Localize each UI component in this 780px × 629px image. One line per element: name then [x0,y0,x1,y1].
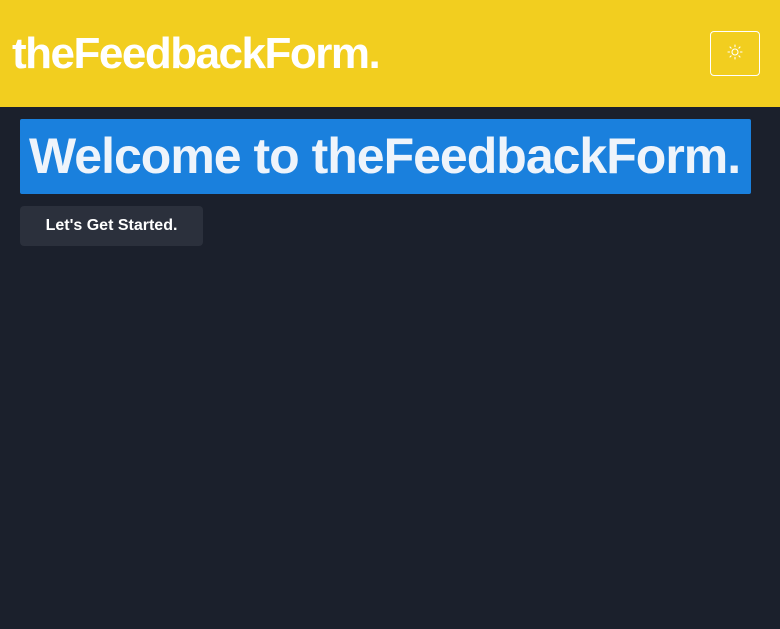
brand-logo-text[interactable]: theFeedbackForm. [12,28,381,80]
theme-toggle-button[interactable] [710,31,760,76]
app-header: theFeedbackForm. [0,0,780,107]
get-started-button[interactable]: Let's Get Started. [20,206,203,246]
welcome-heading: Welcome to theFeedbackForm. [20,119,751,194]
sun-icon [727,44,743,63]
